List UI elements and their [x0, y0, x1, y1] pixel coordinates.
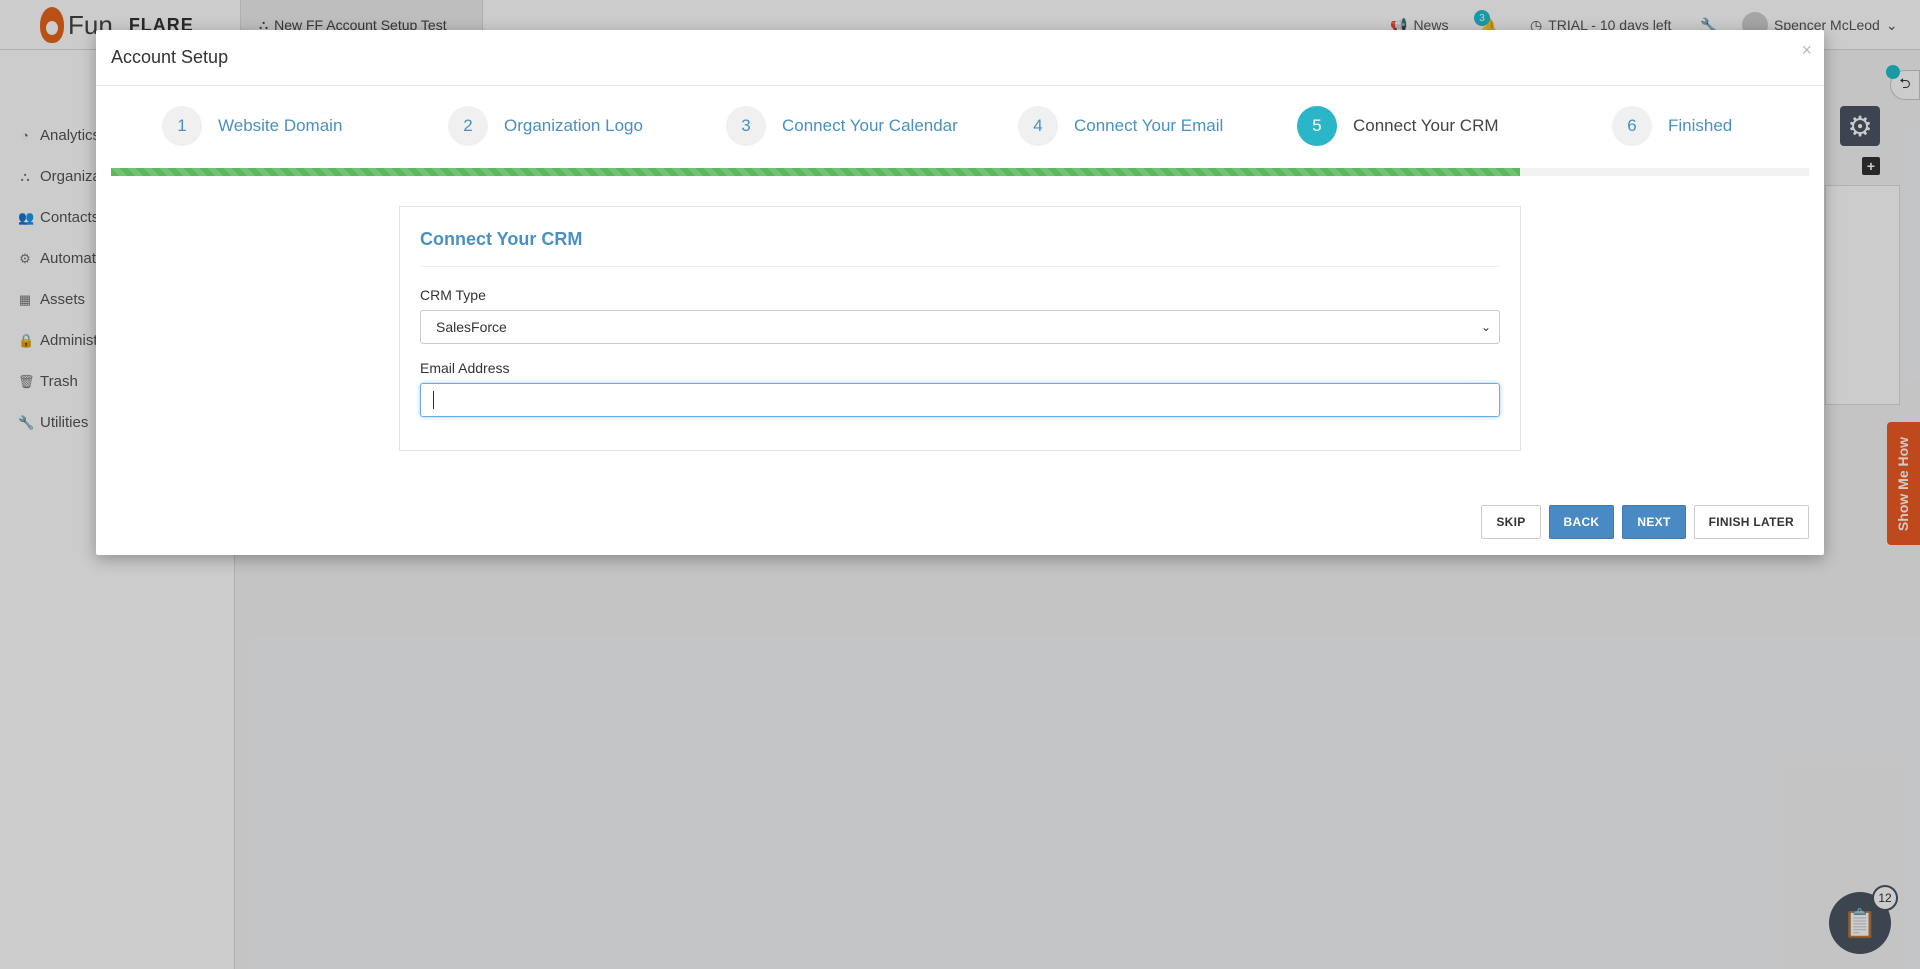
- step-website-domain[interactable]: 1 Website Domain: [162, 106, 342, 146]
- finish-later-button[interactable]: FINISH LATER: [1693, 505, 1809, 539]
- email-address-label: Email Address: [420, 360, 510, 376]
- crm-type-label: CRM Type: [420, 287, 486, 303]
- step-connect-calendar[interactable]: 3 Connect Your Calendar: [726, 106, 958, 146]
- step-number: 4: [1018, 106, 1058, 146]
- step-finished[interactable]: 6 Finished: [1612, 106, 1732, 146]
- step-number: 1: [162, 106, 202, 146]
- progress-bar-fill: [111, 168, 1521, 176]
- back-button[interactable]: BACK: [1548, 505, 1615, 539]
- modal-header: Account Setup: [96, 30, 1824, 86]
- modal-footer: SKIP BACK NEXT FINISH LATER: [1481, 505, 1809, 539]
- step-label: Organization Logo: [504, 116, 643, 135]
- connect-crm-panel: Connect Your CRM CRM Type SalesForce ⌄ E…: [399, 206, 1521, 451]
- step-label: Website Domain: [218, 116, 343, 135]
- text-cursor: [433, 391, 434, 409]
- step-organization-logo[interactable]: 2 Organization Logo: [448, 106, 643, 146]
- step-label: Connect Your CRM: [1353, 116, 1499, 135]
- step-number: 5: [1297, 106, 1337, 146]
- close-icon[interactable]: ×: [1801, 40, 1812, 61]
- step-number: 3: [726, 106, 766, 146]
- step-connect-email[interactable]: 4 Connect Your Email: [1018, 106, 1223, 146]
- skip-button[interactable]: SKIP: [1481, 505, 1541, 539]
- crm-type-select[interactable]: SalesForce ⌄: [420, 310, 1500, 344]
- progress-bar: [111, 168, 1809, 176]
- chevron-down-icon: ⌄: [1480, 320, 1491, 334]
- step-number: 2: [448, 106, 488, 146]
- crm-type-value: SalesForce: [436, 319, 507, 335]
- email-address-input[interactable]: [420, 383, 1500, 417]
- account-setup-modal: Account Setup × 1 Website Domain 2 Organ…: [96, 30, 1824, 555]
- step-number: 6: [1612, 106, 1652, 146]
- step-label: Connect Your Email: [1074, 116, 1224, 135]
- next-button[interactable]: NEXT: [1622, 505, 1686, 539]
- modal-title: Account Setup: [111, 47, 229, 67]
- step-label: Finished: [1668, 116, 1733, 135]
- panel-title: Connect Your CRM: [420, 229, 1500, 267]
- step-label: Connect Your Calendar: [782, 116, 958, 135]
- step-connect-crm[interactable]: 5 Connect Your CRM: [1297, 106, 1499, 146]
- wizard-steps: 1 Website Domain 2 Organization Logo 3 C…: [96, 86, 1824, 166]
